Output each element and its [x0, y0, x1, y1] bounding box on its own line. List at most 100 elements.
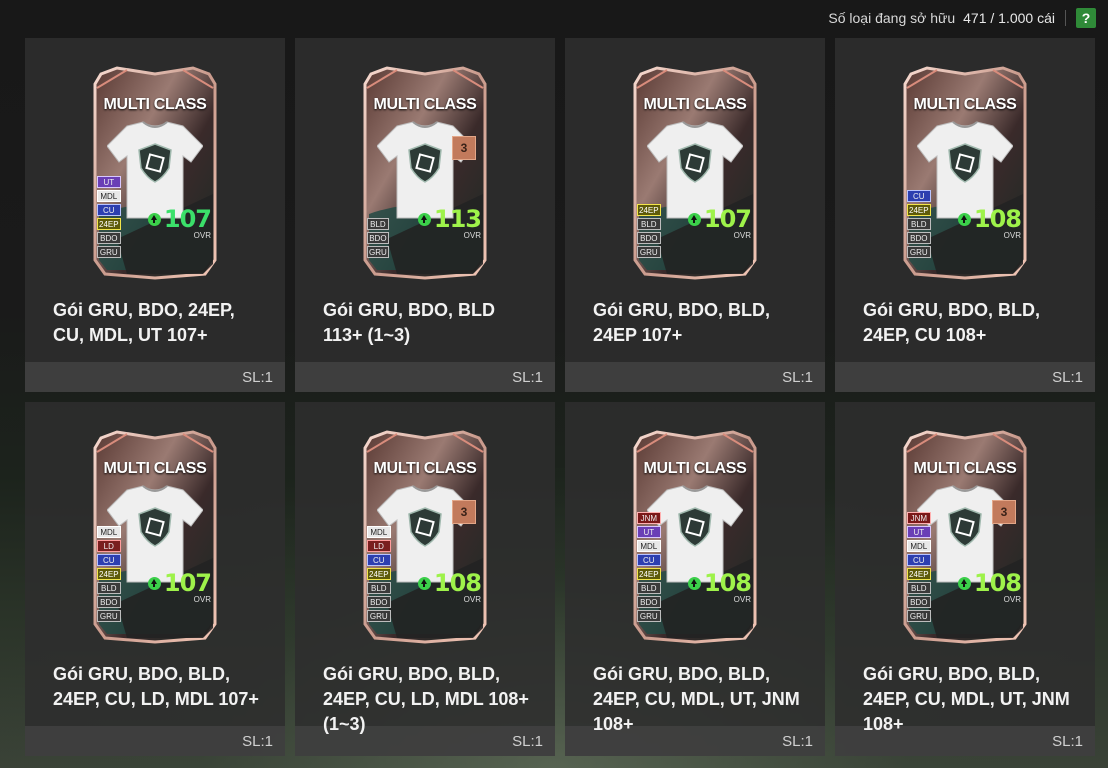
position-chips: UT MDL CU 24EP BDO GRU [97, 176, 121, 258]
position-chip: UT [97, 176, 121, 188]
pack-footer: SL:1 [295, 362, 555, 392]
position-chip: MDL [367, 526, 391, 538]
pack-tile[interactable]: MULTI CLASS 3 JNM UT MDL CU 24EP BLD BDO GRU 10… [835, 402, 1095, 756]
ovr-block: 108 OVR [957, 207, 1022, 240]
position-chip: 24EP [367, 568, 391, 580]
position-chip: BDO [97, 596, 121, 608]
pack-title: Gói GRU, BDO, BLD, 24EP 107+ [593, 300, 770, 345]
position-chip: 24EP [637, 568, 661, 580]
position-chip: BLD [907, 218, 931, 230]
pack-tile-body: MULTI CLASS MDL LD CU 24EP BLD BDO GRU 107 OVR [25, 402, 285, 726]
ovr-value: 108 [973, 569, 1022, 597]
pack-title: Gói GRU, BDO, 24EP, CU, MDL, UT 107+ [53, 300, 235, 345]
pack-tile-body: MULTI CLASS UT MDL CU 24EP BDO GRU 107 OVR [25, 38, 285, 362]
pack-tile[interactable]: MULTI CLASS 3 MDL LD CU 24EP BLD BDO GRU 108 O… [295, 402, 555, 756]
ovr-value: 113 [433, 205, 482, 233]
position-chip: 24EP [637, 204, 661, 216]
position-chip: GRU [637, 246, 661, 258]
arrow-up-icon [687, 212, 701, 226]
pack-footer: SL:1 [565, 362, 825, 392]
ovr-block: 113 OVR [417, 205, 482, 240]
position-chips: CU 24EP BLD BDO GRU [907, 190, 931, 258]
owned-count: 471 / 1.000 cái [963, 10, 1055, 26]
position-chip: GRU [907, 610, 931, 622]
position-chip: CU [907, 190, 931, 202]
position-chip: BDO [97, 232, 121, 244]
arrow-up-icon [687, 576, 701, 590]
position-chip: GRU [907, 246, 931, 258]
owned-label: Số loại đang sở hữu [828, 10, 956, 26]
pack-tile-body: MULTI CLASS 3 BLD BDO GRU 113 OVR Gói GR… [295, 38, 555, 362]
ovr-block: 108 OVR [687, 569, 752, 604]
ovr-block: 107 OVR [687, 205, 752, 240]
pack-tile[interactable]: MULTI CLASS UT MDL CU 24EP BDO GRU 107 OVR [25, 38, 285, 392]
position-chip: MDL [97, 526, 121, 538]
position-chips: MDL LD CU 24EP BLD BDO GRU [97, 526, 121, 622]
position-chip: UT [907, 526, 931, 538]
position-chips: 24EP BLD BDO GRU [637, 204, 661, 258]
ovr-value: 107 [163, 205, 212, 233]
position-chips: JNM UT MDL CU 24EP BLD BDO GRU [907, 512, 931, 622]
position-chip: 24EP [907, 568, 931, 580]
card-title: MULTI CLASS [103, 460, 207, 477]
card-title: MULTI CLASS [373, 96, 477, 113]
pack-title: Gói GRU, BDO, BLD, 24EP, CU, LD, MDL 107… [53, 664, 259, 709]
multi-count-badge: 3 [992, 500, 1016, 524]
position-chip: GRU [367, 610, 391, 622]
card-title: MULTI CLASS [643, 96, 747, 113]
ovr-block: 107 OVR [147, 571, 212, 604]
position-chip: GRU [637, 610, 661, 622]
pack-quantity: SL:1 [512, 368, 543, 386]
arrow-up-icon [417, 212, 431, 226]
position-chips: BLD BDO GRU [367, 218, 389, 258]
help-button[interactable]: ? [1076, 8, 1096, 28]
pack-tile[interactable]: MULTI CLASS 3 BLD BDO GRU 113 OVR Gói GR… [295, 38, 555, 392]
position-chip: UT [637, 526, 661, 538]
pack-quantity: SL:1 [242, 368, 273, 386]
pack-tile[interactable]: MULTI CLASS JNM UT MDL CU 24EP BLD BDO GRU 108 … [565, 402, 825, 756]
position-chips: JNM UT MDL CU 24EP BLD BDO GRU [637, 512, 661, 622]
pack-card: MULTI CLASS 3 JNM UT MDL CU 24EP BLD BDO GRU 10… [897, 428, 1033, 644]
pack-card: MULTI CLASS 3 BLD BDO GRU 113 OVR [357, 64, 493, 280]
position-chip: 24EP [97, 568, 121, 580]
position-chip: BLD [637, 582, 661, 594]
pack-tile[interactable]: MULTI CLASS MDL LD CU 24EP BLD BDO GRU 107 OVR [25, 402, 285, 756]
arrow-up-icon [957, 576, 971, 590]
pack-tile-body: MULTI CLASS JNM UT MDL CU 24EP BLD BDO GRU 108 … [565, 402, 825, 734]
pack-tile-body: MULTI CLASS CU 24EP BLD BDO GRU 108 OVR [835, 38, 1095, 362]
pack-footer: SL:1 [25, 726, 285, 756]
inventory-header: Số loại đang sở hữu 471 / 1.000 cái ? [828, 6, 1096, 30]
ovr-value: 107 [703, 205, 752, 233]
pack-quantity: SL:1 [782, 368, 813, 386]
pack-title: Gói GRU, BDO, BLD, 24EP, CU 108+ [863, 300, 1040, 345]
pack-tile-body: MULTI CLASS 3 MDL LD CU 24EP BLD BDO GRU 108 O… [295, 402, 555, 734]
multi-count-badge: 3 [452, 500, 476, 524]
position-chip: BDO [907, 232, 931, 244]
ovr-block: 108 OVR [957, 569, 1022, 604]
position-chip: MDL [97, 190, 121, 202]
pack-card: MULTI CLASS JNM UT MDL CU 24EP BLD BDO GRU 108 … [627, 428, 763, 644]
pack-tile-body: MULTI CLASS 24EP BLD BDO GRU 107 OVR Gói… [565, 38, 825, 362]
header-divider [1065, 10, 1066, 26]
pack-tile[interactable]: MULTI CLASS CU 24EP BLD BDO GRU 108 OVR [835, 38, 1095, 392]
position-chips: MDL LD CU 24EP BLD BDO GRU [367, 526, 391, 622]
arrow-up-icon [957, 212, 971, 226]
position-chip: BDO [367, 232, 389, 244]
card-title: MULTI CLASS [373, 460, 477, 477]
card-title: MULTI CLASS [913, 96, 1017, 113]
pack-grid: MULTI CLASS UT MDL CU 24EP BDO GRU 107 OVR [25, 38, 1097, 756]
pack-quantity: SL:1 [1052, 368, 1083, 386]
pack-tile-body: MULTI CLASS 3 JNM UT MDL CU 24EP BLD BDO GRU 10… [835, 402, 1095, 734]
position-chip: BLD [367, 218, 389, 230]
pack-tile[interactable]: MULTI CLASS 24EP BLD BDO GRU 107 OVR Gói… [565, 38, 825, 392]
pack-card: MULTI CLASS 24EP BLD BDO GRU 107 OVR [627, 64, 763, 280]
position-chip: BDO [907, 596, 931, 608]
position-chip: 24EP [97, 218, 121, 230]
position-chip: CU [367, 554, 391, 566]
arrow-up-icon [417, 576, 431, 590]
position-chip: GRU [367, 246, 389, 258]
pack-footer: SL:1 [25, 362, 285, 392]
ovr-value: 108 [703, 569, 752, 597]
pack-title: Gói GRU, BDO, BLD, 24EP, CU, LD, MDL 108… [323, 664, 529, 734]
position-chip: JNM [907, 512, 931, 524]
